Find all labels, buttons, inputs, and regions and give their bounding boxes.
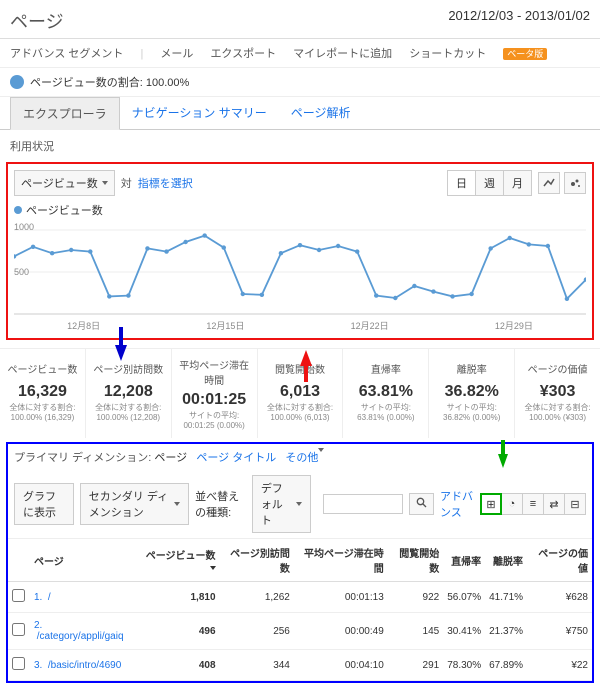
col-bounce[interactable]: 直帰率 (443, 539, 485, 582)
chart-legend: ページビュー数 (14, 202, 586, 218)
metric-4[interactable]: 直帰率63.81%サイトの平均:63.81% (0.00%) (343, 349, 429, 438)
caret-down-icon (102, 181, 108, 185)
plot-rows-button[interactable]: グラフに表示 (14, 483, 74, 525)
row-checkbox[interactable] (12, 589, 25, 602)
tab-explorer[interactable]: エクスプローラ (10, 97, 120, 130)
mail-link[interactable]: メール (160, 48, 193, 60)
beta-badge: ベータ版 (503, 48, 547, 60)
date-range[interactable]: 2012/12/03 - 2013/01/02 (448, 8, 590, 23)
y-tick-1000: 1000 (14, 222, 34, 232)
col-exit[interactable]: 離脱率 (485, 539, 527, 582)
usage-label[interactable]: 利用状況 (0, 130, 600, 158)
sort-type-label: 並べ替えの種類: (195, 488, 246, 520)
legend-dot-icon (14, 206, 22, 214)
primary-dimension-label: プライマリ ディメンション: (14, 452, 151, 464)
select-comparison-metric[interactable]: 指標を選択 (138, 175, 193, 191)
chart-panel: ページビュー数 対 指標を選択 日 週 月 ページビュー数 1000 500 (6, 162, 594, 340)
view-pie-icon[interactable]: ◔ (501, 493, 523, 515)
page-title: ページ (10, 8, 64, 34)
table-row[interactable]: 1. /1,8101,26200:01:1392256.07%41.71%¥62… (8, 582, 592, 613)
col-entrances[interactable]: 閲覧開始数 (388, 539, 443, 582)
metric-0[interactable]: ページビュー数16,329全体に対する割合:100.00% (16,329) (0, 349, 86, 438)
shortcut-link[interactable]: ショートカット (409, 48, 486, 60)
add-to-report-link[interactable]: マイレポートに追加 (293, 48, 392, 60)
dim-page[interactable]: ページ (154, 452, 187, 464)
granularity-week[interactable]: 週 (476, 171, 504, 195)
blue-arrow-annotation (115, 345, 127, 361)
row-checkbox[interactable] (12, 657, 25, 670)
metric-2[interactable]: 平均ページ滞在時間00:01:25サイトの平均:00:01:25 (0.00%) (172, 349, 258, 438)
sort-type-selector[interactable]: デフォルト (252, 475, 311, 533)
col-value[interactable]: ページの価値 (527, 539, 592, 582)
view-performance-icon[interactable]: ≡ (522, 493, 544, 515)
metric-5[interactable]: 離脱率36.82%サイトの平均:36.82% (0.00%) (429, 349, 515, 438)
table-panel: プライマリ ディメンション: ページ ページ タイトル その他 グラフに表示 セ… (6, 442, 594, 683)
col-unique[interactable]: ページ別訪問数 (220, 539, 294, 582)
line-chart-svg (14, 222, 586, 317)
advanced-segment-link[interactable]: アドバンス セグメント (10, 48, 123, 60)
view-table-icon[interactable]: ⊞ (480, 493, 502, 515)
search-input[interactable] (323, 494, 403, 514)
col-pageviews[interactable]: ページビュー数 (138, 539, 220, 582)
tab-navigation-summary[interactable]: ナビゲーション サマリー (120, 97, 279, 129)
view-comparison-icon[interactable]: ⇄ (543, 493, 565, 515)
report-tabs: エクスプローラ ナビゲーション サマリー ページ解析 (0, 97, 600, 130)
x-axis-labels: 12月8日 12月15日 12月22日 12月29日 (14, 319, 586, 332)
pageview-percentage-label: ページビュー数の割合: 100.00% (30, 74, 189, 90)
chart-area[interactable]: 1000 500 (14, 222, 586, 317)
green-arrow-annotation (498, 454, 508, 468)
data-table: ページ ページビュー数 ページ別訪問数 平均ページ滞在時間 閲覧開始数 直帰率 … (8, 539, 592, 681)
chart-type-line-icon[interactable] (538, 172, 560, 194)
dim-page-title[interactable]: ページ タイトル (196, 452, 276, 464)
chart-type-motion-icon[interactable] (564, 172, 586, 194)
metric-6[interactable]: ページの価値¥303全体に対する割合:100.00% (¥303) (515, 349, 600, 438)
vs-label: 対 (121, 175, 132, 191)
granularity-day[interactable]: 日 (448, 171, 476, 195)
search-button[interactable] (409, 493, 434, 515)
percentage-row: ページビュー数の割合: 100.00% (0, 68, 600, 97)
magnifier-icon (416, 497, 427, 508)
report-toolbar: アドバンス セグメント | メール エクスポート マイレポートに追加 ショートカ… (0, 39, 600, 68)
granularity-month[interactable]: 月 (504, 171, 531, 195)
granularity-group: 日 週 月 (447, 170, 532, 196)
metric-selector[interactable]: ページビュー数 (14, 170, 115, 196)
dim-other[interactable]: その他 (285, 448, 324, 464)
export-link[interactable]: エクスポート (210, 48, 276, 60)
y-tick-500: 500 (14, 267, 29, 277)
row-checkbox[interactable] (12, 623, 25, 636)
secondary-dimension-selector[interactable]: セカンダリ ディメンション (80, 483, 189, 525)
red-arrow-annotation (300, 350, 312, 366)
pie-icon (10, 75, 24, 89)
table-row[interactable]: 2. /category/appli/gaiq49625600:00:49145… (8, 613, 592, 650)
tab-page-analysis[interactable]: ページ解析 (279, 97, 363, 129)
col-avg-time[interactable]: 平均ページ滞在時間 (294, 539, 388, 582)
table-row[interactable]: 3. /basic/intro/469040834400:04:1029178.… (8, 650, 592, 681)
view-mode-group: ⊞ ◔ ≡ ⇄ ⊟ (481, 493, 586, 515)
metric-1[interactable]: ページ別訪問数12,208全体に対する割合:100.00% (12,208) (86, 349, 172, 438)
legend-primary-label: ページビュー数 (26, 202, 103, 218)
view-pivot-icon[interactable]: ⊟ (564, 493, 586, 515)
advanced-filter-link[interactable]: アドバンス (440, 488, 475, 520)
col-page[interactable]: ページ (30, 539, 138, 582)
